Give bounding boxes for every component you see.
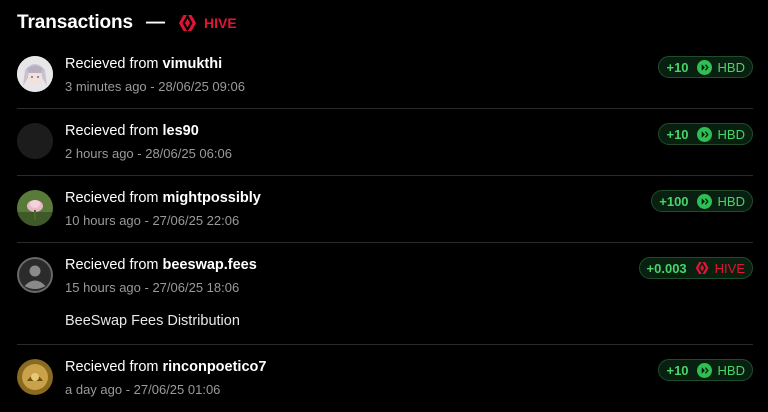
- sender-username[interactable]: vimukthi: [163, 56, 223, 72]
- transaction-prefix: Recieved from: [65, 359, 159, 375]
- avatar[interactable]: [17, 359, 53, 395]
- hive-icon: [695, 262, 709, 274]
- avatar[interactable]: [17, 190, 53, 226]
- amount-badge: +0.003 HIVE: [638, 257, 753, 279]
- sender-username[interactable]: mightpossibly: [163, 190, 261, 206]
- transactions-header: Transactions — HIVE: [17, 10, 237, 36]
- currency-symbol: HBD: [717, 126, 745, 142]
- transaction-prefix: Recieved from: [65, 257, 159, 273]
- transaction-title: Recieved from vimukthi: [65, 56, 222, 72]
- amount-value: +100: [659, 193, 689, 209]
- amount-value: +0.003: [646, 260, 687, 276]
- amount-value: +10: [666, 126, 689, 142]
- title-separator: —: [146, 12, 166, 33]
- golden-avatar-icon: [17, 359, 53, 395]
- currency-symbol: HIVE: [714, 260, 745, 276]
- transaction-title: Recieved from mightpossibly: [65, 190, 261, 206]
- avatar[interactable]: [17, 123, 53, 159]
- amount-value: +10: [666, 59, 689, 75]
- transaction-prefix: Recieved from: [65, 190, 159, 206]
- transaction-row[interactable]: Recieved from rinconpoetico7 a day ago -…: [17, 345, 753, 412]
- hbd-icon: [696, 59, 712, 75]
- transaction-row[interactable]: Recieved from mightpossibly 10 hours ago…: [17, 176, 753, 243]
- transaction-title: Recieved from les90: [65, 123, 199, 139]
- transaction-prefix: Recieved from: [65, 56, 159, 72]
- anime-avatar-icon: [17, 56, 53, 92]
- flower-avatar-icon: [17, 190, 53, 226]
- avatar[interactable]: [17, 56, 53, 92]
- sender-username[interactable]: beeswap.fees: [163, 257, 257, 273]
- page-title: Transactions: [17, 12, 134, 33]
- transaction-title: Recieved from beeswap.fees: [65, 257, 257, 273]
- hbd-icon: [696, 362, 712, 378]
- amount-badge: +100 HBD: [651, 190, 753, 212]
- hbd-icon: [696, 126, 712, 142]
- currency-symbol: HBD: [717, 362, 745, 378]
- dark-avatar-icon: [17, 123, 53, 159]
- transaction-memo: BeeSwap Fees Distribution: [65, 313, 240, 329]
- amount-badge: +10 HBD: [658, 123, 753, 145]
- transaction-prefix: Recieved from: [65, 123, 159, 139]
- transaction-time: 3 minutes ago - 28/06/25 09:06: [65, 79, 245, 94]
- sender-username[interactable]: les90: [163, 123, 199, 139]
- transaction-row[interactable]: Recieved from vimukthi 3 minutes ago - 2…: [17, 42, 753, 109]
- transaction-row[interactable]: Recieved from les90 2 hours ago - 28/06/…: [17, 109, 753, 176]
- transaction-time: 2 hours ago - 28/06/25 06:06: [65, 146, 232, 161]
- currency-symbol: HBD: [717, 59, 745, 75]
- coin-label: HIVE: [204, 15, 237, 31]
- amount-badge: +10 HBD: [658, 56, 753, 78]
- default-user-icon: [17, 257, 53, 293]
- avatar[interactable]: [17, 257, 53, 293]
- hbd-icon: [696, 193, 712, 209]
- transaction-time: 10 hours ago - 27/06/25 22:06: [65, 213, 240, 228]
- amount-value: +10: [666, 362, 689, 378]
- amount-badge: +10 HBD: [658, 359, 753, 381]
- transaction-time: 15 hours ago - 27/06/25 18:06: [65, 280, 240, 295]
- transaction-row[interactable]: Recieved from beeswap.fees 15 hours ago …: [17, 243, 753, 345]
- hive-logo-icon: [179, 15, 197, 31]
- sender-username[interactable]: rinconpoetico7: [163, 359, 267, 375]
- transaction-title: Recieved from rinconpoetico7: [65, 359, 266, 375]
- transaction-time: a day ago - 27/06/25 01:06: [65, 382, 221, 397]
- currency-symbol: HBD: [717, 193, 745, 209]
- transaction-list: Recieved from vimukthi 3 minutes ago - 2…: [17, 42, 753, 412]
